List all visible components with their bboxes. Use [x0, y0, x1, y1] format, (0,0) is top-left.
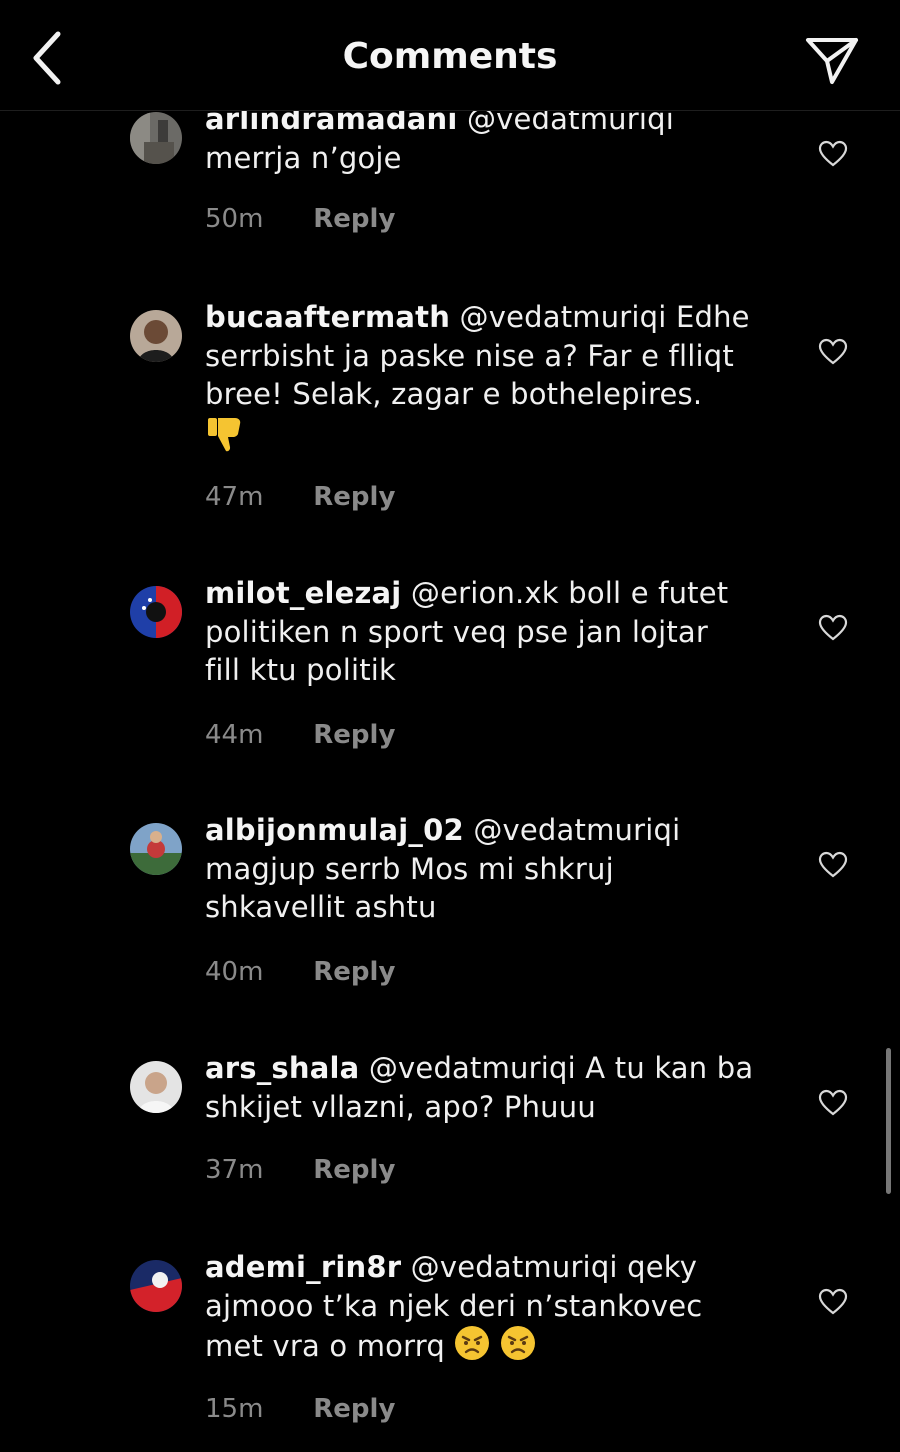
comment-text: ademi_rin8r @vedatmuriqi qeky ajmooo t’k… [205, 1248, 785, 1371]
heart-outline-icon[interactable] [818, 1089, 848, 1117]
comment-text: ars_shala @vedatmuriqi A tu kan ba shkij… [205, 1051, 754, 1124]
heart-outline-icon[interactable] [818, 338, 848, 366]
comment-text: bucaaftermath @vedatmuriqi Edhe serrbish… [205, 298, 785, 465]
reply-button[interactable]: Reply [313, 482, 395, 512]
avatar[interactable] [130, 112, 182, 164]
comment-text: arlindramadani @vedatmuriqi merrja n’goj… [205, 102, 674, 175]
comment-username[interactable]: ars_shala [205, 1051, 359, 1085]
heart-outline-icon[interactable] [818, 614, 848, 642]
comment-meta: 40m Reply [205, 957, 395, 987]
comment-username[interactable]: ademi_rin8r [205, 1250, 401, 1284]
comment-time: 37m [205, 1155, 264, 1185]
heart-outline-icon[interactable] [818, 1288, 848, 1316]
comment-meta: 50m Reply [205, 204, 395, 234]
comment-time: 15m [205, 1394, 264, 1424]
comment-time: 50m [205, 204, 264, 234]
avatar[interactable] [130, 1061, 182, 1113]
avatar[interactable] [130, 586, 182, 638]
angry-face-icon [454, 1325, 538, 1371]
reply-button[interactable]: Reply [313, 720, 395, 750]
comment-meta: 44m Reply [205, 720, 395, 750]
heart-outline-icon[interactable] [818, 140, 848, 168]
comment-time: 47m [205, 482, 264, 512]
avatar[interactable] [130, 823, 182, 875]
comment-meta: 15m Reply [205, 1394, 395, 1424]
comment-time: 44m [205, 720, 264, 750]
reply-button[interactable]: Reply [313, 204, 395, 234]
heart-outline-icon[interactable] [818, 851, 848, 879]
comment-meta: 47m Reply [205, 482, 395, 512]
reply-button[interactable]: Reply [313, 957, 395, 987]
comment-text: milot_elezaj @erion.xk boll e futet poli… [205, 576, 729, 687]
avatar[interactable] [130, 310, 182, 362]
reply-button[interactable]: Reply [313, 1155, 395, 1185]
comment-username[interactable]: albijonmulaj_02 [205, 813, 464, 847]
thumbs-down-emoji-icon [205, 414, 247, 466]
paper-plane-icon[interactable] [802, 30, 862, 90]
avatar[interactable] [130, 1260, 182, 1312]
comments-list: arlindramadani @vedatmuriqi merrja n’goj… [0, 0, 900, 1452]
comment-time: 40m [205, 957, 264, 987]
comment-username[interactable]: milot_elezaj [205, 576, 401, 610]
reply-button[interactable]: Reply [313, 1394, 395, 1424]
page-title: Comments [342, 36, 558, 77]
comment-username[interactable]: bucaaftermath [205, 300, 450, 334]
comment-meta: 37m Reply [205, 1155, 395, 1185]
comment-text: albijonmulaj_02 @vedatmuriqi magjup serr… [205, 813, 681, 924]
scrollbar[interactable] [886, 1048, 891, 1194]
top-bar: Comments [0, 0, 900, 111]
